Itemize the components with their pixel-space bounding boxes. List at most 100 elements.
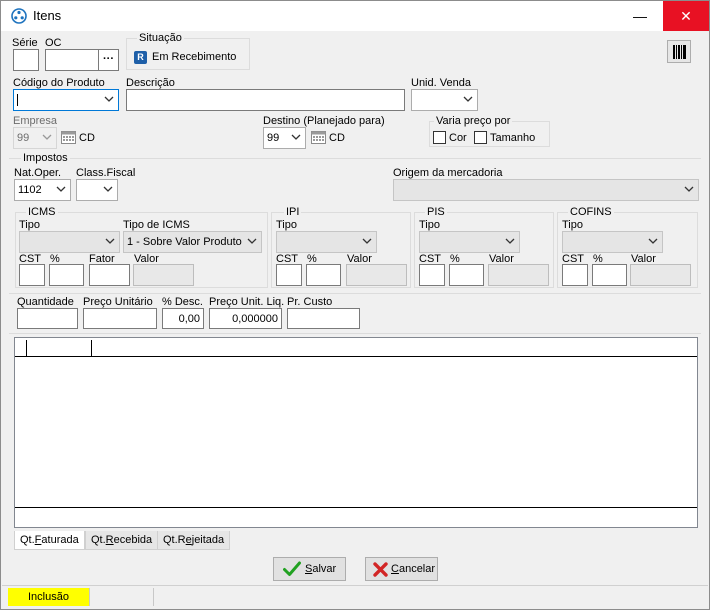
ipi-pct-field[interactable] xyxy=(306,264,341,286)
cofins-pct-field[interactable] xyxy=(592,264,627,286)
chevron-down-icon xyxy=(56,186,66,192)
salvar-label: Salvar xyxy=(305,563,337,575)
grid-separator xyxy=(9,333,701,334)
classfiscal-combo[interactable] xyxy=(76,179,118,201)
chevron-down-icon xyxy=(684,186,694,192)
ipi-cst-field[interactable] xyxy=(276,264,302,286)
tab-qt-rejeitada[interactable]: Qt.Rejeitada xyxy=(157,531,231,550)
codigo-produto-label: Código do Produto xyxy=(13,77,105,89)
barcode-button[interactable] xyxy=(667,40,691,63)
pis-pct-field[interactable] xyxy=(449,264,484,286)
chevron-down-icon xyxy=(104,96,114,102)
preco-unitario-field[interactable] xyxy=(83,308,157,329)
items-grid[interactable] xyxy=(14,337,698,528)
chevron-down-icon xyxy=(362,238,372,244)
cofins-group: COFINS Tipo CST % Valor xyxy=(557,206,698,288)
empresa-combo[interactable]: 99 xyxy=(13,127,57,149)
cofins-tipo-combo[interactable] xyxy=(562,231,663,253)
tamanho-label: Tamanho xyxy=(490,132,536,144)
icms-valor-field[interactable] xyxy=(133,264,194,286)
origem-combo[interactable] xyxy=(393,179,699,201)
icms-tipo-combo[interactable] xyxy=(19,231,120,253)
natoper-combo[interactable]: 1102 xyxy=(14,179,71,201)
varia-preco-title: Varia preço por xyxy=(434,115,513,127)
status-mode: Inclusão xyxy=(8,588,90,606)
oc-label: OC xyxy=(45,37,62,49)
destino-suffix: CD xyxy=(329,132,345,144)
quantidade-field[interactable] xyxy=(17,308,78,329)
cor-checkbox[interactable] xyxy=(433,131,446,144)
cancelar-button[interactable]: Cancelar xyxy=(365,557,438,581)
oc-lookup-button[interactable]: ··· xyxy=(98,49,119,71)
minimize-button[interactable]: — xyxy=(617,1,663,31)
pis-valor-field[interactable] xyxy=(488,264,549,286)
pis-group: PIS Tipo CST % Valor xyxy=(414,206,554,288)
preco-custo-label: Pr. Custo xyxy=(287,296,333,308)
desconto-field[interactable]: 0,00 xyxy=(162,308,204,329)
preco-custo-field[interactable] xyxy=(287,308,360,329)
desconto-label: % Desc. xyxy=(162,296,203,308)
cofins-cst-field[interactable] xyxy=(562,264,588,286)
pis-tipo-label: Tipo xyxy=(419,219,440,231)
cofins-valor-field[interactable] xyxy=(630,264,691,286)
empresa-suffix: CD xyxy=(79,132,95,144)
close-button[interactable]: ✕ xyxy=(663,1,709,31)
item-dialog-window: Itens — ✕ Série OC ··· Situação R Em Rec… xyxy=(0,0,710,610)
grid-column-divider xyxy=(91,340,92,357)
ipi-valor-field[interactable] xyxy=(346,264,407,286)
unid-venda-label: Unid. Venda xyxy=(411,77,471,89)
grid-header-line xyxy=(15,356,697,357)
icms-cst-field[interactable] xyxy=(19,264,45,286)
natoper-value: 1102 xyxy=(18,184,42,196)
oc-field[interactable] xyxy=(45,49,99,71)
grid-column-divider xyxy=(26,340,27,357)
empresa-value: 99 xyxy=(17,132,30,144)
ipi-tipo-combo[interactable] xyxy=(276,231,377,253)
destino-label: Destino (Planejado para) xyxy=(263,115,385,127)
status-bar: Inclusão xyxy=(2,585,708,609)
destino-combo[interactable]: 99 xyxy=(263,127,306,149)
impostos-title: Impostos xyxy=(21,152,70,164)
chevron-down-icon xyxy=(247,238,257,244)
pis-title: PIS xyxy=(425,206,447,218)
chevron-down-icon xyxy=(103,186,113,192)
icms-title: ICMS xyxy=(26,206,58,218)
calendar-icon xyxy=(61,131,76,144)
tab-qt-faturada[interactable]: Qt.Faturada xyxy=(14,531,85,550)
salvar-button[interactable]: Salvar xyxy=(273,557,346,581)
icms-tipo-icms-value: 1 - Sobre Valor Produto xyxy=(127,236,242,248)
chevron-down-icon xyxy=(291,134,301,140)
situacao-title: Situação xyxy=(137,32,184,44)
chevron-down-icon xyxy=(105,238,115,244)
impostos-separator xyxy=(9,158,701,159)
barcode-icon xyxy=(673,45,686,59)
icms-tipo-label: Tipo xyxy=(19,219,40,231)
varia-preco-group: Varia preço por Cor Tamanho xyxy=(429,115,550,147)
descricao-field[interactable] xyxy=(126,89,405,111)
serie-field[interactable] xyxy=(13,49,39,71)
pis-tipo-combo[interactable] xyxy=(419,231,520,253)
icms-tipo-icms-label: Tipo de ICMS xyxy=(123,219,190,231)
cancelar-label: Cancelar xyxy=(391,563,436,575)
natoper-label: Nat.Oper. xyxy=(14,167,62,179)
valores-separator xyxy=(9,293,701,294)
pis-cst-field[interactable] xyxy=(419,264,445,286)
descricao-label: Descrição xyxy=(126,77,175,89)
icms-fator-field[interactable] xyxy=(89,264,130,286)
codigo-produto-combo[interactable] xyxy=(13,89,119,111)
icms-pct-field[interactable] xyxy=(49,264,84,286)
title-bar: Itens — ✕ xyxy=(1,1,709,31)
unid-venda-combo[interactable] xyxy=(411,89,478,111)
grid-footer-line xyxy=(15,507,697,508)
tamanho-checkbox[interactable] xyxy=(474,131,487,144)
empresa-label: Empresa xyxy=(13,115,58,127)
cor-label: Cor xyxy=(449,132,467,144)
cancel-x-icon xyxy=(373,562,388,577)
tab-qt-recebida[interactable]: Qt.Recebida xyxy=(85,531,159,550)
status-panel xyxy=(90,588,154,606)
app-icon xyxy=(11,8,27,24)
icms-tipo-icms-combo[interactable]: 1 - Sobre Valor Produto xyxy=(123,231,262,253)
chevron-down-icon xyxy=(505,238,515,244)
situacao-badge-icon: R xyxy=(134,51,147,64)
preco-liquido-field[interactable]: 0,000000 xyxy=(209,308,282,329)
